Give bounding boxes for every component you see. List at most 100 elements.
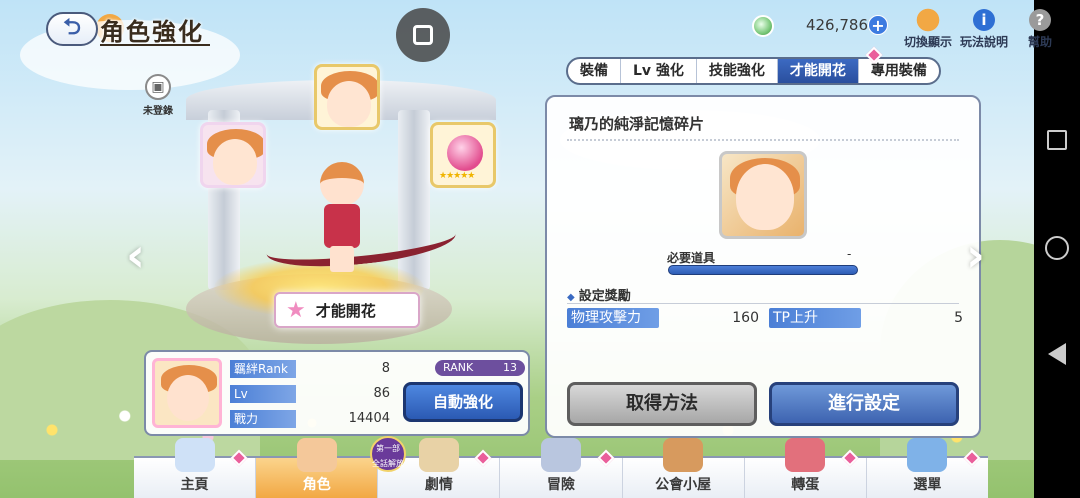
title-underline [100,44,210,46]
frame-icon: ▣ [145,74,171,100]
page-title: 角色強化 [100,18,204,46]
memory-piece-slot[interactable]: ★★★★★ [430,122,496,188]
story-unlock-badge: 第一部 全話解放 [370,436,406,472]
required-items-value: - [847,247,852,261]
info-icon: i [970,8,998,32]
required-items-bar [668,265,858,275]
memory-piece-icon[interactable] [719,151,807,239]
stat-row: TP上升 5 [769,308,963,328]
level-value: 86 [373,386,390,401]
gem-count: 426,786 [805,16,868,34]
castle-icon [174,438,215,472]
rank-label: RANK [443,361,474,374]
character-nav-icon [296,438,337,472]
stat-value: 5 [954,310,963,326]
nav-label: 選單 [913,477,942,493]
tab-level-up[interactable]: Lv 強化 [621,59,697,83]
character-info-box: 羈絆Rank 8 Lv 86 戰力 14404 RANK 13 自動強化 [144,350,530,436]
back-arrow-icon: ⮌ [63,15,81,40]
how-to-play-button[interactable]: i 玩法說明 [960,8,1008,50]
talent-panel: 璃乃的純淨記憶碎片 必要道具 - ◆ 設定獎勵 物理攻擊力 160 TP上升 5 … [545,95,981,438]
crystal-icon [907,438,948,472]
nav-label: 劇情 [424,477,453,493]
bottom-navigation: 主頁 角色 劇情 冒險 公會小屋 轉蛋 選單 [134,438,988,498]
stat-label: TP上升 [769,308,861,328]
talent-bloom-label: 才能開花 [315,301,376,320]
nav-label: 公會小屋 [655,477,712,493]
talent-bloom-button[interactable]: ★ 才能開花 [274,292,420,328]
power-value: 14404 [348,411,390,426]
star-rating: ★★★★★ [439,171,475,181]
tab-skill[interactable]: 技能強化 [697,59,778,83]
unregistered-indicator[interactable]: ▣ 未登錄 [138,74,178,117]
divider [567,139,959,141]
power-row: 戰力 14404 [230,410,390,428]
how-to-play-label: 玩法說明 [960,35,1009,49]
character-head [320,162,364,206]
memory-orb-icon [447,135,483,171]
divider [567,303,959,304]
nav-label: 角色 [302,477,331,493]
android-navigation-bar [1034,0,1080,498]
enhance-tabs: 裝備 Lv 強化 技能強化 才能開花 專用裝備 [566,57,941,85]
help-icon: ? [1026,8,1054,32]
bond-rank-row: 羈絆Rank 8 [230,360,390,378]
gem-icon [752,15,774,37]
back-icon[interactable] [1048,343,1066,365]
character-portrait-top[interactable] [314,64,380,130]
reward-header: ◆ 設定獎勵 [567,289,631,304]
stat-value: 160 [732,310,759,326]
character-legs [330,246,354,272]
tab-unique-equipment[interactable]: 專用裝備 [859,59,939,83]
nav-menu[interactable]: 選單 [867,438,988,498]
gacha-icon [785,438,826,472]
star-icon: ★ [286,297,306,323]
character-portrait-left[interactable] [200,122,266,188]
help-label: 幫助 [1027,35,1052,49]
nav-gacha[interactable]: 轉蛋 [745,438,867,498]
unregistered-label: 未登錄 [143,106,173,117]
scroll-icon [418,438,459,472]
tab-equipment[interactable]: 裝備 [568,59,621,83]
recent-apps-icon[interactable] [1047,130,1067,150]
bond-rank-label: 羈絆Rank [230,360,296,378]
nav-label: 轉蛋 [791,477,820,493]
stat-label: 物理攻擊力 [567,308,659,328]
bond-rank-value: 8 [381,361,390,376]
character-face [327,81,371,127]
tab-talent-bloom[interactable]: 才能開花 [777,59,859,83]
switch-display-label: 切換顯示 [904,35,953,49]
rank-value: 13 [503,361,517,374]
panel-title: 璃乃的純淨記憶碎片 [569,115,705,133]
character-face [736,164,794,230]
pavilion-pillar [398,110,430,290]
stat-row: 物理攻擊力 160 [567,308,759,328]
floating-home-button[interactable] [396,8,450,62]
auto-enhance-button[interactable]: 自動強化 [403,382,523,422]
character-sprite [306,162,376,272]
help-button[interactable]: ? 幫助 [1026,8,1054,50]
home-icon[interactable] [1045,236,1069,260]
nav-adventure[interactable]: 冒險 [500,438,623,498]
sword-shield-icon [540,438,581,472]
character-avatar[interactable] [152,358,222,428]
nav-guild-house[interactable]: 公會小屋 [623,438,745,498]
next-character-arrow[interactable]: › [966,228,985,282]
obtain-method-button[interactable]: 取得方法 [567,382,757,426]
square-icon [413,25,433,45]
guild-house-icon [663,438,704,472]
rank-badge: RANK 13 [435,360,525,376]
character-body [324,204,360,248]
character-face [167,375,209,421]
nav-home[interactable]: 主頁 [134,438,257,498]
level-row: Lv 86 [230,385,390,403]
switch-display-button[interactable]: 切換顯示 [904,8,952,50]
previous-character-arrow[interactable]: ‹ [126,228,145,282]
add-gems-button[interactable]: + [868,15,888,35]
set-button[interactable]: 進行設定 [769,382,959,426]
nav-character[interactable]: 角色 [256,438,379,498]
nav-label: 冒險 [546,477,575,493]
required-items-label: 必要道具 [667,251,716,265]
back-button[interactable]: ⮌ [46,12,98,46]
switch-display-icon [914,8,942,32]
